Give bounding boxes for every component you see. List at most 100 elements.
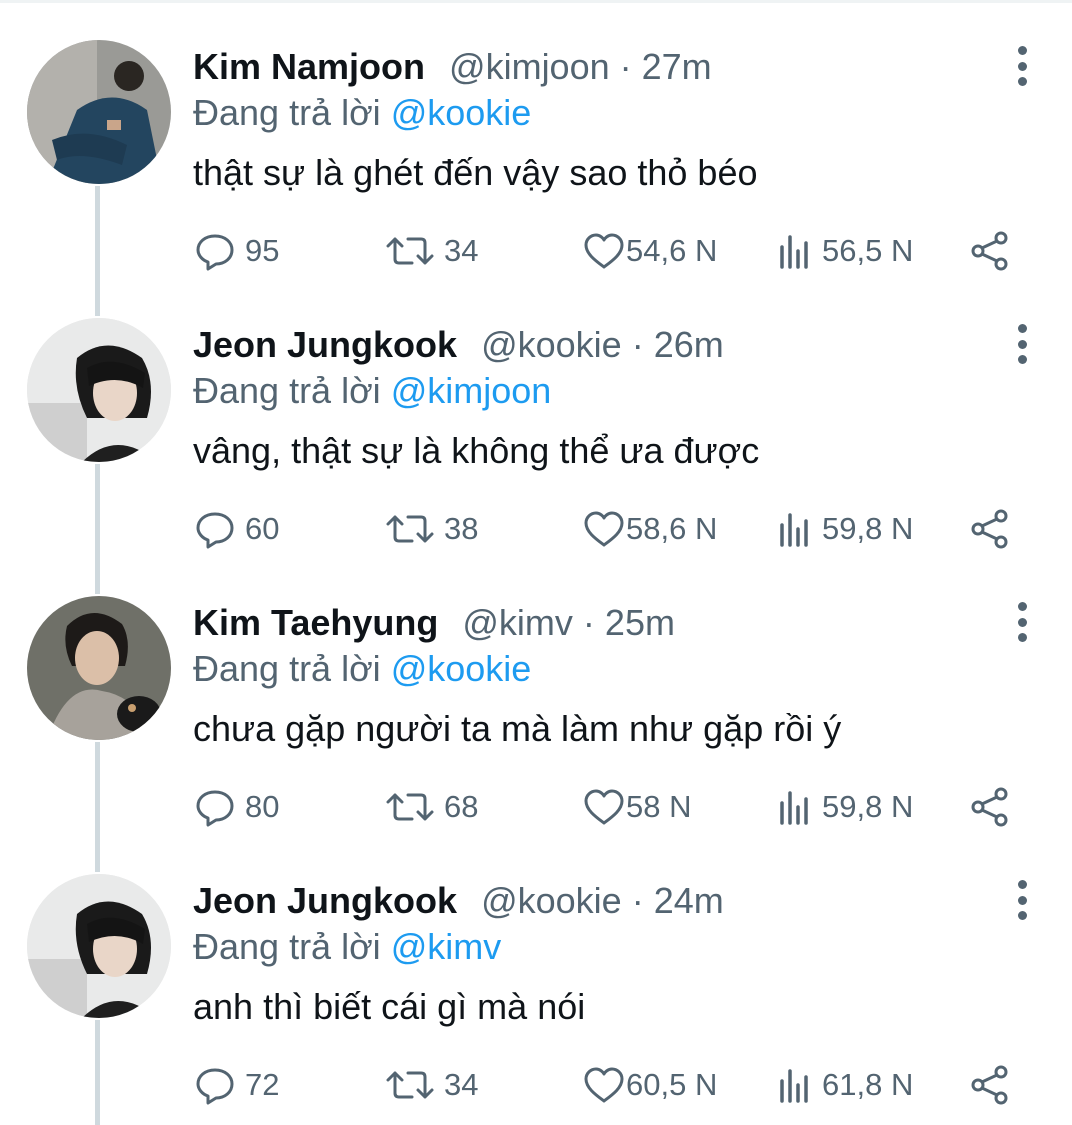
tweet-text: chưa gặp người ta mà làm như gặp rồi ý (193, 708, 842, 749)
timestamp[interactable]: 25m (605, 602, 675, 643)
separator-dot: · (582, 602, 605, 643)
reply-count: 72 (245, 1067, 280, 1102)
analytics-icon (780, 1069, 808, 1103)
view-count: 61,8 N (822, 1067, 914, 1102)
display-name[interactable]: Kim Namjoon (193, 46, 425, 87)
like-count: 58,6 N (626, 511, 718, 546)
view-count: 59,8 N (822, 511, 914, 546)
reply-button[interactable]: 72 (193, 1061, 279, 1109)
retweet-count: 68 (444, 789, 479, 824)
like-count: 60,5 N (626, 1067, 718, 1102)
tweet-text: thật sự là ghét đến vậy sao thỏ béo (193, 152, 758, 193)
retweet-count: 34 (444, 233, 479, 268)
separator-dot: · (631, 324, 654, 365)
like-button[interactable]: 54,6 N (582, 227, 717, 275)
user-handle[interactable]: @kimjoon (449, 46, 610, 87)
reply-prefix: Đang trả lời (193, 370, 381, 411)
share-icon[interactable] (968, 509, 1012, 554)
tweet-header: Kim Taehyung @kimv · 25m (193, 601, 675, 645)
avatar[interactable] (27, 40, 171, 184)
retweet-button[interactable]: 68 (384, 783, 478, 831)
heart-icon (584, 511, 624, 547)
reply-button[interactable]: 95 (193, 227, 279, 275)
views-button[interactable]: 61,8 N (778, 1061, 913, 1109)
reply-context: Đang trả lời @kookie (193, 647, 531, 691)
analytics-icon (780, 235, 808, 269)
like-button[interactable]: 58 N (582, 783, 691, 831)
tweet[interactable]: Jeon Jungkook @kookie · 24m Đang trả lời… (0, 834, 1072, 1112)
reply-button[interactable]: 80 (193, 783, 279, 831)
tweet-text: anh thì biết cái gì mà nói (193, 986, 586, 1027)
analytics-icon (780, 513, 808, 547)
more-options-icon[interactable] (1004, 46, 1040, 86)
reply-context: Đang trả lời @kookie (193, 91, 531, 135)
like-count: 58 N (626, 789, 692, 824)
display-name[interactable]: Kim Taehyung (193, 602, 438, 643)
reply-context: Đang trả lời @kimv (193, 925, 501, 969)
reply-count: 95 (245, 233, 280, 268)
timestamp[interactable]: 26m (654, 324, 724, 365)
tweet[interactable]: Kim Taehyung @kimv · 25m Đang trả lời @k… (0, 556, 1072, 834)
share-icon[interactable] (968, 1065, 1012, 1110)
reply-icon (196, 234, 234, 271)
tweet-header: Jeon Jungkook @kookie · 26m (193, 323, 724, 367)
views-button[interactable]: 59,8 N (778, 505, 913, 553)
reply-context: Đang trả lời @kimjoon (193, 369, 551, 413)
views-button[interactable]: 59,8 N (778, 783, 913, 831)
separator-dot: · (631, 880, 654, 921)
like-button[interactable]: 58,6 N (582, 505, 717, 553)
action-bar: 72 34 60,5 N 61,8 N (0, 1061, 1072, 1109)
retweet-icon (386, 237, 434, 265)
timestamp[interactable]: 27m (642, 46, 712, 87)
reply-mention[interactable]: @kimv (391, 926, 502, 967)
timestamp[interactable]: 24m (654, 880, 724, 921)
analytics-icon (780, 791, 808, 825)
heart-icon (584, 233, 624, 269)
user-handle[interactable]: @kimv (462, 602, 573, 643)
retweet-button[interactable]: 34 (384, 1061, 478, 1109)
avatar[interactable] (27, 318, 171, 462)
views-button[interactable]: 56,5 N (778, 227, 913, 275)
reply-count: 60 (245, 511, 280, 546)
heart-icon (584, 789, 624, 825)
like-count: 54,6 N (626, 233, 718, 268)
retweet-icon (386, 793, 434, 821)
retweet-button[interactable]: 34 (384, 227, 478, 275)
avatar[interactable] (27, 874, 171, 1018)
more-options-icon[interactable] (1004, 880, 1040, 920)
user-handle[interactable]: @kookie (481, 324, 622, 365)
reply-icon (196, 512, 234, 549)
tweet-header: Kim Namjoon @kimjoon · 27m (193, 45, 712, 89)
action-bar: 60 38 58,6 N 59,8 N (0, 505, 1072, 553)
reply-prefix: Đang trả lời (193, 92, 381, 133)
user-handle[interactable]: @kookie (481, 880, 622, 921)
more-options-icon[interactable] (1004, 602, 1040, 642)
reply-mention[interactable]: @kookie (391, 92, 532, 133)
view-count: 56,5 N (822, 233, 914, 268)
tweet[interactable]: Jeon Jungkook @kookie · 26m Đang trả lời… (0, 278, 1072, 556)
reply-mention[interactable]: @kookie (391, 648, 532, 689)
retweet-icon (386, 515, 434, 543)
reply-button[interactable]: 60 (193, 505, 279, 553)
display-name[interactable]: Jeon Jungkook (193, 880, 457, 921)
retweet-count: 38 (444, 511, 479, 546)
heart-icon (584, 1067, 624, 1103)
more-options-icon[interactable] (1004, 324, 1040, 364)
share-icon[interactable] (968, 231, 1012, 276)
reply-mention[interactable]: @kimjoon (391, 370, 552, 411)
avatar[interactable] (27, 596, 171, 740)
reply-icon (196, 790, 234, 827)
view-count: 59,8 N (822, 789, 914, 824)
tweet[interactable]: Kim Namjoon @kimjoon · 27m Đang trả lời … (0, 0, 1072, 278)
reply-count: 80 (245, 789, 280, 824)
reply-prefix: Đang trả lời (193, 926, 381, 967)
display-name[interactable]: Jeon Jungkook (193, 324, 457, 365)
share-icon[interactable] (968, 787, 1012, 832)
retweet-count: 34 (444, 1067, 479, 1102)
retweet-button[interactable]: 38 (384, 505, 478, 553)
like-button[interactable]: 60,5 N (582, 1061, 717, 1109)
reply-prefix: Đang trả lời (193, 648, 381, 689)
reply-icon (196, 1068, 234, 1105)
separator-dot: · (619, 46, 642, 87)
action-bar: 95 34 54,6 N 56,5 N (0, 227, 1072, 275)
